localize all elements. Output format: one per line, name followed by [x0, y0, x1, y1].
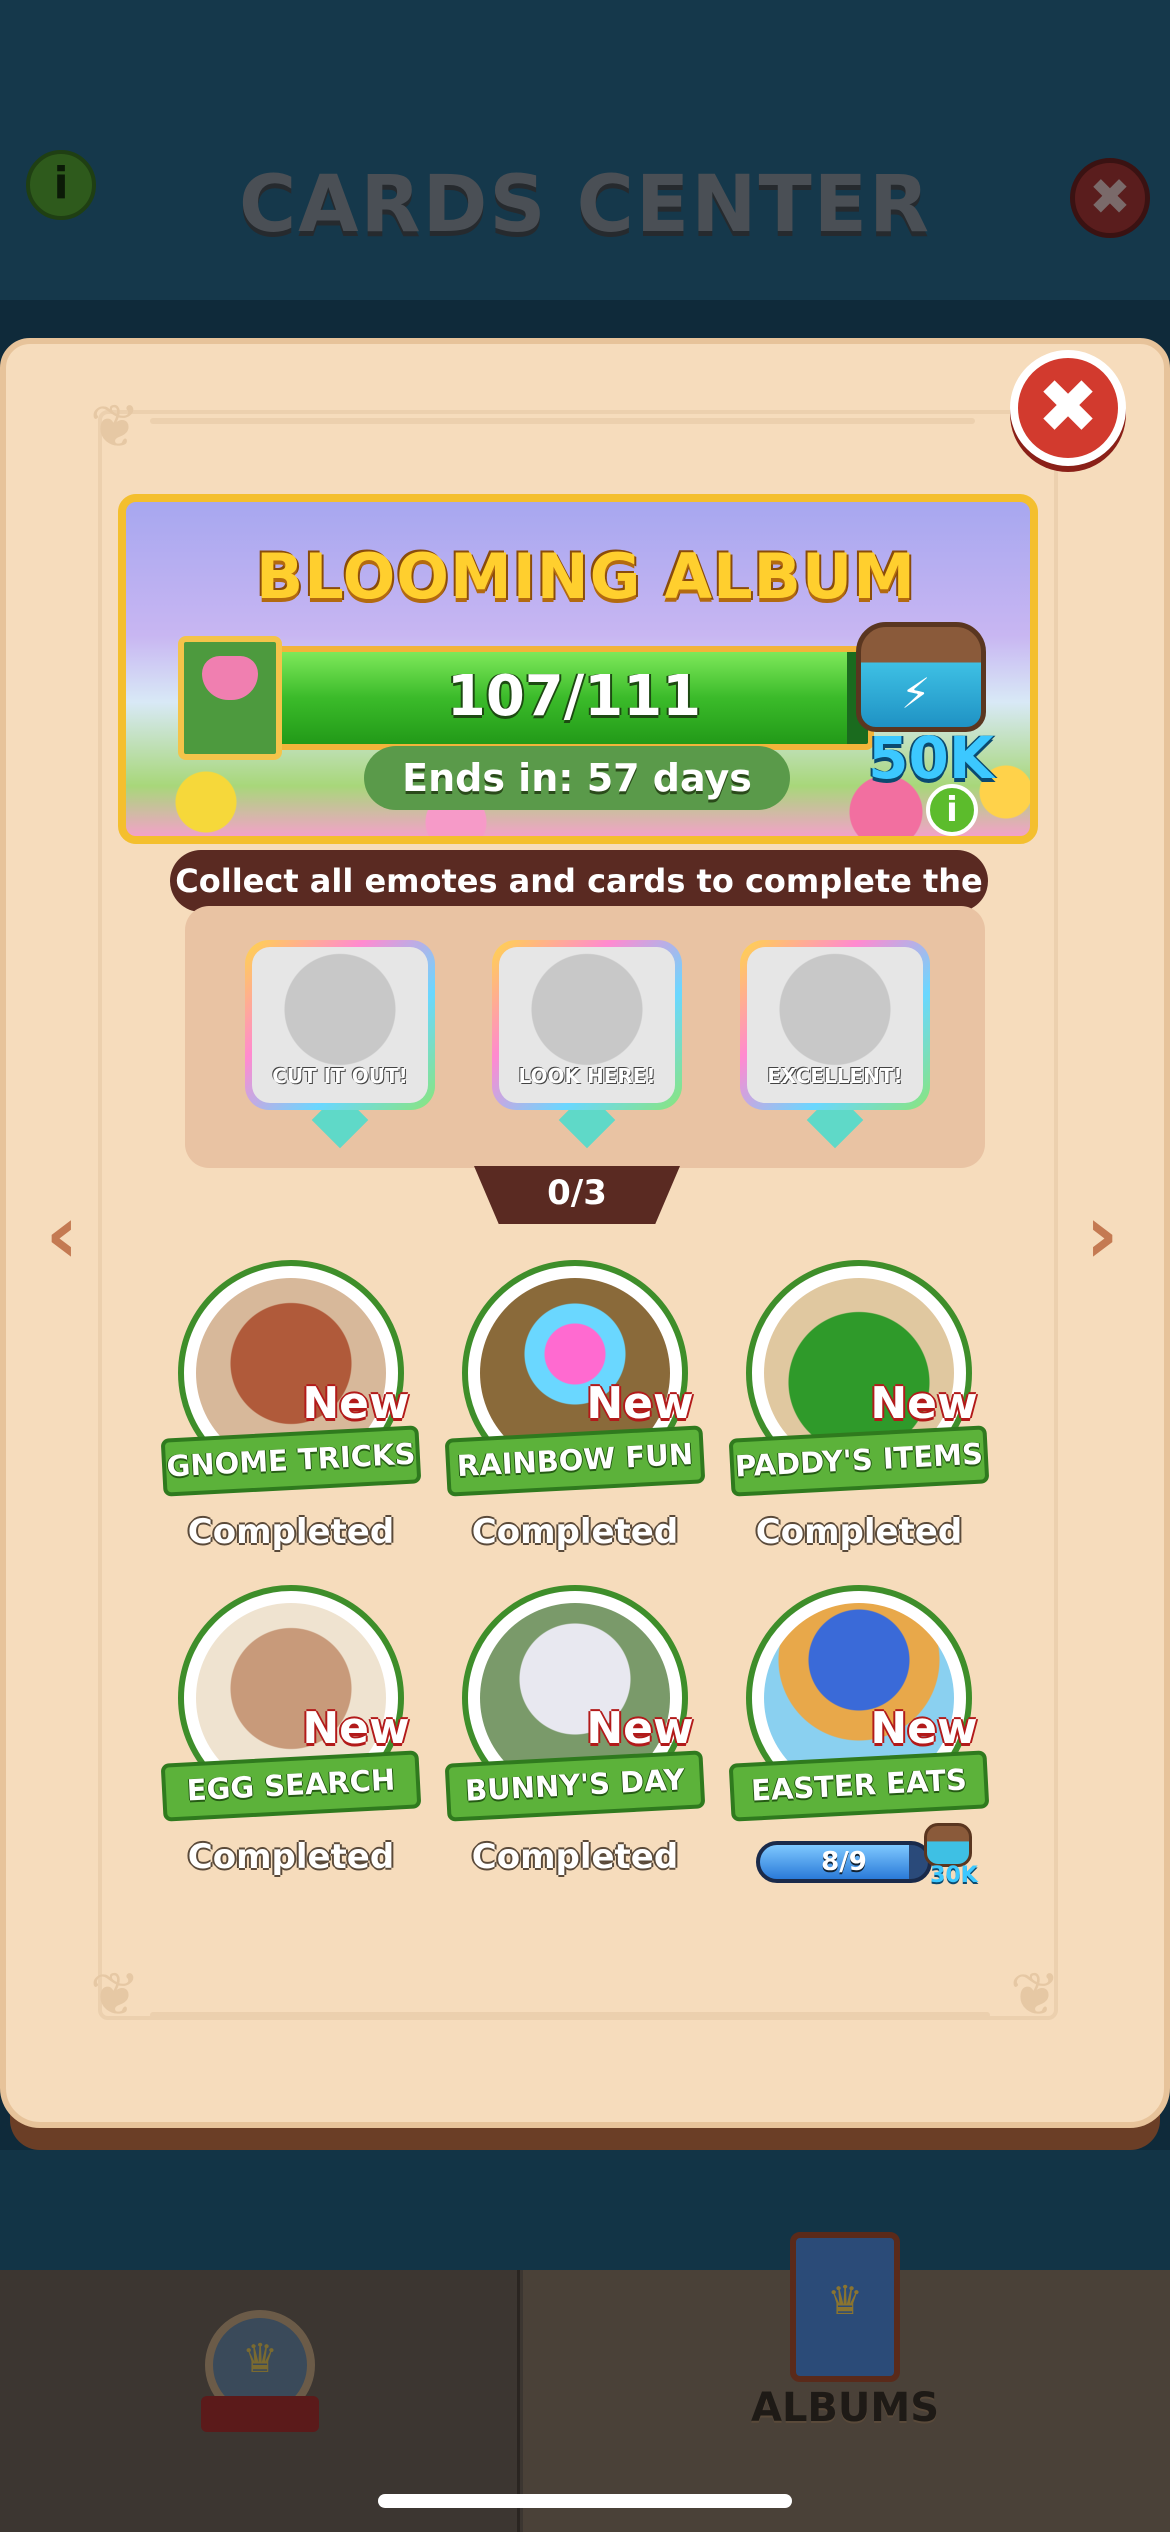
ribbon-icon: [201, 2396, 319, 2432]
crown-icon: ♛: [242, 2336, 278, 2382]
set-name: GNOME TRICKS: [160, 1425, 422, 1497]
corner-leaf-icon: ❦: [1009, 1960, 1061, 2030]
album-banner: BLOOMING ALBUM 107/111 Ends in: 57 days …: [118, 494, 1038, 844]
background-title: CARDS CENTER: [238, 160, 932, 250]
set-status: Completed: [187, 1837, 395, 1877]
album-info-icon[interactable]: i: [926, 784, 978, 836]
emotes-count: 0/3: [474, 1166, 680, 1224]
new-badge: New: [302, 1378, 410, 1429]
boxing-glove-reward-icon: [924, 1823, 972, 1867]
new-badge: New: [302, 1703, 410, 1754]
album-title: BLOOMING ALBUM: [256, 540, 916, 613]
set-name: EASTER EATS: [728, 1750, 990, 1822]
crown-badge-icon: ♛: [201, 2310, 319, 2432]
set-reward-amount: 30K: [930, 1863, 978, 1888]
close-button[interactable]: ✖: [1010, 350, 1126, 466]
set-status: Completed: [187, 1512, 395, 1552]
next-arrow-icon[interactable]: ›: [1072, 1195, 1132, 1275]
set-name: RAINBOW FUN: [444, 1425, 706, 1497]
emote-look-here[interactable]: LOOK HERE!: [492, 940, 682, 1149]
set-status: Completed: [755, 1512, 963, 1552]
background-lower: [0, 2150, 1170, 2270]
emote-label: CUT IT OUT!: [272, 1064, 408, 1088]
page-divider-top: [150, 418, 975, 424]
set-paddys-items[interactable]: New PADDY'S ITEMS Completed: [728, 1260, 990, 1560]
album-reward-amount: 50K: [868, 724, 994, 792]
album-ends-in: Ends in: 57 days: [364, 746, 790, 810]
teacup-icon: [202, 656, 258, 700]
nav-albums-label[interactable]: ALBUMS: [720, 2385, 970, 2431]
set-name: EGG SEARCH: [160, 1750, 422, 1822]
page-divider-bottom: [150, 2012, 990, 2018]
boxing-glove-reward-icon: ⚡: [856, 622, 986, 732]
album-book-nav-icon[interactable]: ♛: [790, 2232, 900, 2382]
album-instruction: Collect all emotes and cards to complete…: [170, 850, 988, 962]
emote-cut-it-out[interactable]: CUT IT OUT!: [245, 940, 435, 1149]
crown-icon: ♛: [827, 2278, 863, 2324]
nav-tab-cards[interactable]: ♛: [0, 2270, 520, 2532]
corner-leaf-icon: ❦: [89, 1960, 141, 2030]
previous-arrow-icon[interactable]: ‹: [32, 1195, 92, 1275]
set-progress-text: 8/9: [821, 1847, 867, 1877]
lightning-icon: ⚡: [901, 669, 931, 718]
album-progress-text: 107/111: [446, 664, 702, 729]
emote-label: LOOK HERE!: [518, 1064, 656, 1088]
set-name: BUNNY'S DAY: [444, 1750, 706, 1822]
corner-leaf-icon: ❦: [89, 392, 141, 462]
new-badge: New: [870, 1378, 978, 1429]
new-badge: New: [586, 1703, 694, 1754]
set-easter-eats[interactable]: New EASTER EATS 8/9 30K: [728, 1585, 990, 1888]
new-badge: New: [870, 1703, 978, 1754]
emote-excellent[interactable]: EXCELLENT!: [740, 940, 930, 1149]
set-status: Completed: [471, 1512, 679, 1552]
background-header: [0, 0, 1170, 300]
background-close-icon: ✖: [1070, 158, 1150, 238]
new-badge: New: [586, 1378, 694, 1429]
album-progress-bar: 107/111: [274, 646, 874, 750]
set-gnome-tricks[interactable]: New GNOME TRICKS Completed: [160, 1260, 422, 1560]
home-indicator[interactable]: [378, 2494, 792, 2508]
set-bunnys-day[interactable]: New BUNNY'S DAY Completed: [444, 1585, 706, 1885]
set-egg-search[interactable]: New EGG SEARCH Completed: [160, 1585, 422, 1885]
album-book-icon: [178, 636, 282, 760]
set-name: PADDY'S ITEMS: [728, 1425, 990, 1497]
emote-label: EXCELLENT!: [767, 1064, 903, 1088]
set-status: Completed: [471, 1837, 679, 1877]
set-rainbow-fun[interactable]: New RAINBOW FUN Completed: [444, 1260, 706, 1560]
bottom-nav: ♛: [0, 2270, 1170, 2532]
